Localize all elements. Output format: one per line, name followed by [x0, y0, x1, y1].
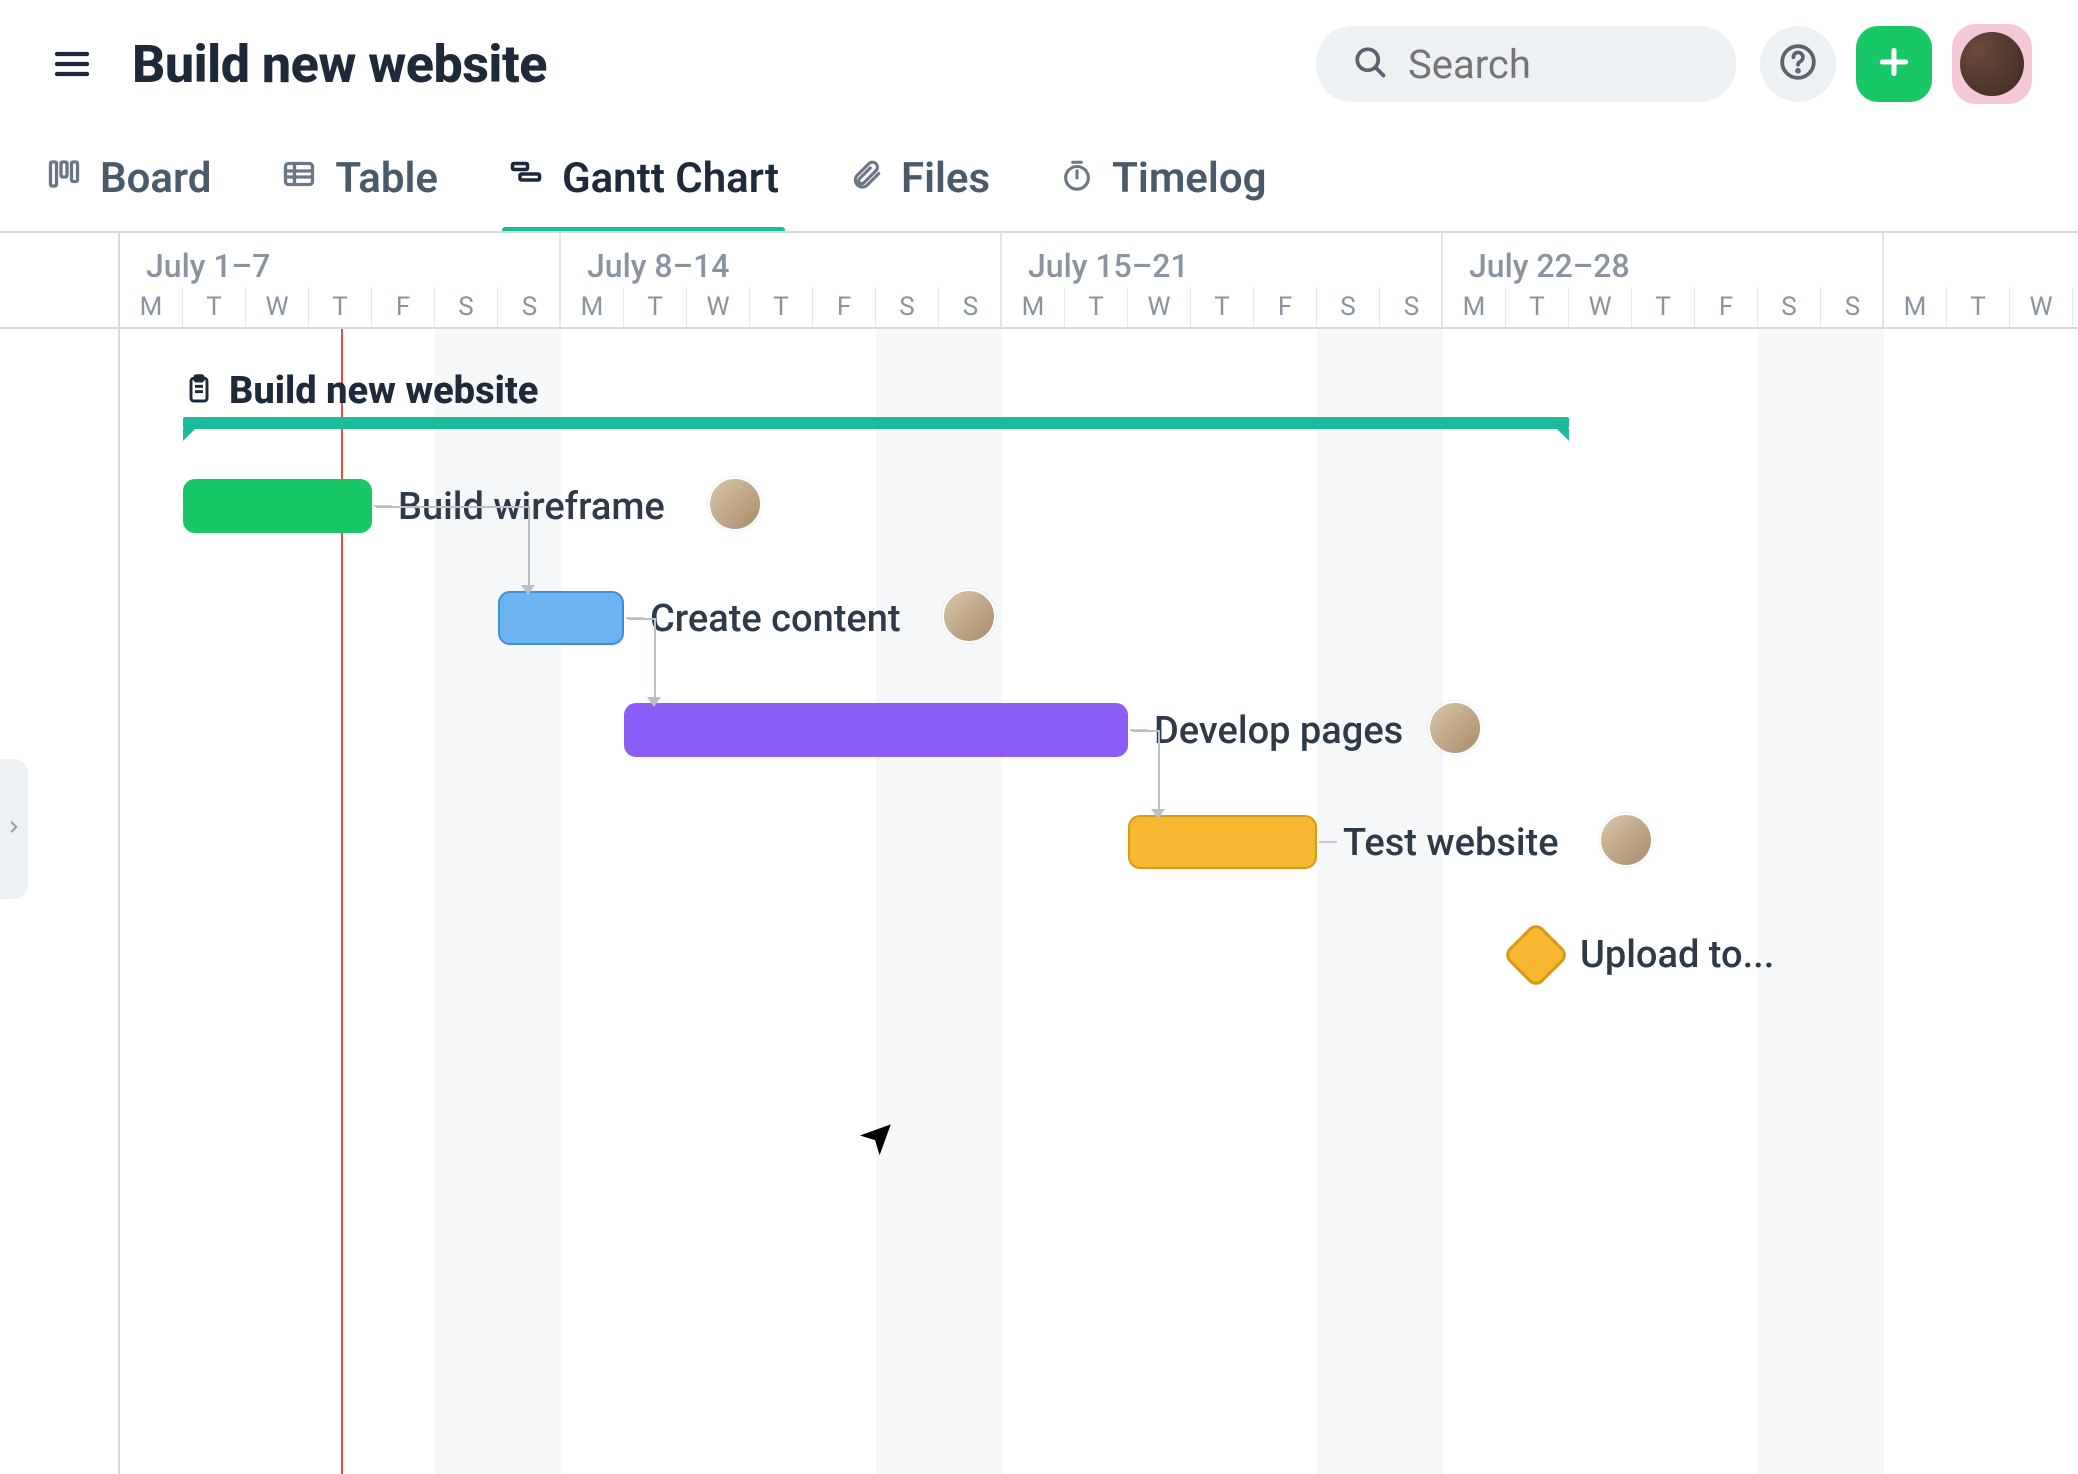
milestone-label[interactable]: Upload to...: [1580, 933, 1774, 977]
week-column: July 8–14MTWTFSS: [561, 233, 1002, 327]
search-field[interactable]: [1316, 26, 1736, 102]
day-letter: S: [1821, 287, 1884, 327]
gantt-chart: July 1–7MTWTFSSJuly 8–14MTWTFSSJuly 15–2…: [0, 231, 2078, 1474]
day-letter: T: [1065, 287, 1128, 327]
day-letter: F: [1695, 287, 1758, 327]
day-letter: S: [876, 287, 939, 327]
task-label[interactable]: Test website: [1343, 821, 1559, 865]
user-avatar[interactable]: [1952, 24, 2032, 104]
expand-sidebar-handle[interactable]: [0, 759, 28, 899]
day-letter: T: [1506, 287, 1569, 327]
tab-label: Table: [335, 154, 438, 203]
tab-timelog[interactable]: Timelog: [1060, 142, 1266, 231]
task-bar-wire[interactable]: [183, 479, 372, 533]
group-bar[interactable]: [183, 417, 1569, 429]
search-input[interactable]: [1406, 40, 1700, 89]
app-header: Build new website: [0, 0, 2078, 114]
tab-files[interactable]: Files: [849, 142, 990, 231]
week-column: July 22–28MTWTFSS: [1443, 233, 1884, 327]
day-letter: T: [183, 287, 246, 327]
gantt-body[interactable]: Build new website Build wireframe Create c…: [0, 329, 2078, 1474]
task-bar-content[interactable]: [498, 591, 624, 645]
week-label: July 8–14: [587, 247, 729, 285]
help-icon: [1779, 43, 1817, 85]
day-letter: W: [687, 287, 750, 327]
view-tabs: Board Table Gantt Chart Files Timelog: [0, 114, 2078, 231]
day-letter: M: [1884, 287, 1947, 327]
timeline-gutter: [0, 233, 120, 327]
task-bar-test[interactable]: [1128, 815, 1317, 869]
tab-label: Timelog: [1112, 154, 1266, 203]
clipboard-icon: [183, 373, 215, 409]
day-letter: S: [1758, 287, 1821, 327]
day-letter: S: [939, 287, 1002, 327]
assignee-avatar[interactable]: [1428, 701, 1482, 755]
week-column: July 1–7MTWTFSS: [120, 233, 561, 327]
group-label: Build new website: [229, 369, 538, 413]
day-letter: F: [1254, 287, 1317, 327]
task-label[interactable]: Build wireframe: [398, 485, 665, 529]
task-label[interactable]: Create content: [650, 597, 901, 641]
day-letter: W: [2010, 287, 2073, 327]
day-letter: M: [1002, 287, 1065, 327]
paperclip-icon: [849, 154, 883, 203]
task-label[interactable]: Develop pages: [1154, 709, 1403, 753]
day-letter: M: [1443, 287, 1506, 327]
body-gutter: [0, 329, 120, 1474]
group-header[interactable]: Build new website: [183, 369, 538, 413]
day-letter: W: [1569, 287, 1632, 327]
tab-table[interactable]: Table: [281, 142, 438, 231]
week-label: July 1–7: [146, 247, 270, 285]
day-letter: T: [624, 287, 687, 327]
add-button[interactable]: [1856, 26, 1932, 102]
tab-gantt[interactable]: Gantt Chart: [508, 142, 779, 231]
day-letter: T: [1632, 287, 1695, 327]
table-icon: [281, 154, 317, 203]
week-label: July 22–28: [1469, 247, 1630, 285]
day-letter: T: [1947, 287, 2010, 327]
day-letter: T: [2073, 287, 2078, 327]
assignee-avatar[interactable]: [708, 477, 762, 531]
avatar-image: [1960, 32, 2024, 96]
day-letter: T: [1191, 287, 1254, 327]
board-icon: [46, 154, 82, 203]
chevron-right-icon: [5, 818, 23, 840]
gantt-grid[interactable]: Build new website Build wireframe Create c…: [120, 329, 2078, 1474]
week-label: July 15–21: [1028, 247, 1189, 285]
timeline-header: July 1–7MTWTFSSJuly 8–14MTWTFSSJuly 15–2…: [0, 233, 2078, 329]
day-letter: S: [435, 287, 498, 327]
search-icon: [1352, 44, 1388, 84]
day-letter: T: [750, 287, 813, 327]
stopwatch-icon: [1060, 154, 1094, 203]
assignee-avatar[interactable]: [942, 589, 996, 643]
day-letter: M: [120, 287, 183, 327]
gantt-icon: [508, 154, 544, 203]
assignee-avatar[interactable]: [1599, 813, 1653, 867]
week-column: MTWTFSS: [1884, 233, 2078, 327]
day-letter: W: [246, 287, 309, 327]
plus-icon: [1874, 42, 1914, 86]
task-bar-dev[interactable]: [624, 703, 1128, 757]
day-letter: S: [1317, 287, 1380, 327]
help-button[interactable]: [1760, 26, 1836, 102]
menu-icon[interactable]: [46, 38, 98, 90]
day-letter: S: [498, 287, 561, 327]
day-letter: S: [1380, 287, 1443, 327]
day-letter: F: [813, 287, 876, 327]
day-letter: W: [1128, 287, 1191, 327]
project-title[interactable]: Build new website: [132, 34, 547, 95]
tab-label: Files: [901, 154, 990, 203]
tab-board[interactable]: Board: [46, 142, 211, 231]
tab-label: Board: [100, 154, 211, 203]
day-letter: F: [372, 287, 435, 327]
tab-label: Gantt Chart: [562, 154, 779, 203]
day-letter: T: [309, 287, 372, 327]
day-letter: M: [561, 287, 624, 327]
week-column: July 15–21MTWTFSS: [1002, 233, 1443, 327]
